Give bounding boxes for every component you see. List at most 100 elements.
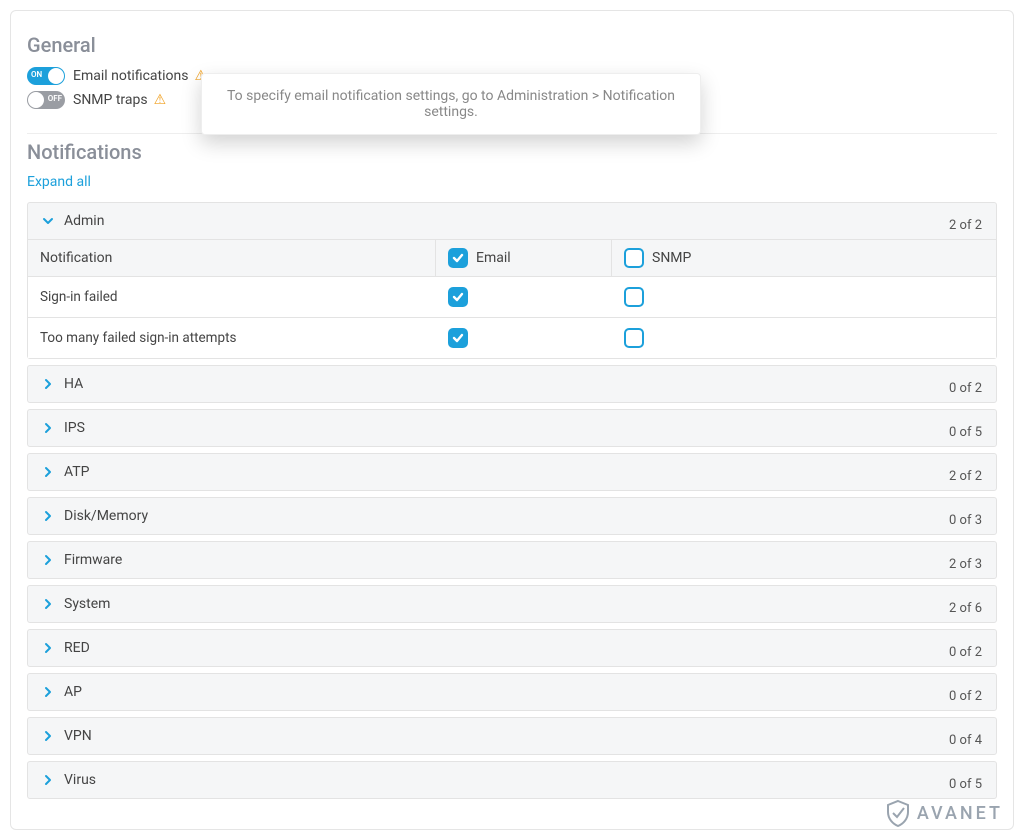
chevron-right-icon: [42, 686, 54, 698]
brand-logo: AVANET: [885, 799, 1003, 827]
email-checkbox[interactable]: [448, 328, 468, 348]
chevron-right-icon: [42, 642, 54, 654]
chevron-right-icon: [42, 510, 54, 522]
chevron-right-icon: [42, 730, 54, 742]
chevron-down-icon: [42, 215, 54, 227]
email-notifications-label: Email notifications: [73, 68, 188, 84]
notification-group: System2 of 6: [27, 585, 997, 623]
expand-all-link[interactable]: Expand all: [27, 174, 91, 190]
group-header[interactable]: Firmware 2 of 3: [28, 542, 996, 578]
check-icon: [451, 251, 465, 265]
group-count: 2 of 3: [949, 557, 982, 572]
chevron-right-icon: [42, 422, 54, 434]
column-label: SNMP: [652, 250, 691, 266]
general-title: General: [27, 33, 997, 57]
notification-group: Disk/Memory0 of 3: [27, 497, 997, 535]
snmp-checkbox[interactable]: [624, 328, 644, 348]
email-settings-tooltip: To specify email notification settings, …: [201, 73, 701, 135]
snmp-traps-toggle[interactable]: [27, 91, 65, 109]
group-count: 2 of 2: [949, 218, 982, 233]
column-notification: Notification: [28, 240, 436, 276]
email-header-checkbox[interactable]: [448, 248, 468, 268]
column-snmp: SNMP: [612, 240, 996, 276]
group-name: ATP: [64, 464, 89, 480]
group-header[interactable]: Disk/Memory0 of 3: [28, 498, 996, 534]
snmp-cell: [612, 277, 996, 317]
column-label: Notification: [40, 250, 112, 266]
chevron-right-icon: [42, 642, 54, 654]
group-header[interactable]: IPS 0 of 5: [28, 410, 996, 446]
notifications-title: Notifications: [27, 140, 997, 164]
check-icon: [451, 290, 465, 304]
email-cell: [436, 277, 612, 317]
group-name: IPS: [64, 420, 85, 436]
chevron-right-icon: [42, 730, 54, 742]
chevron-right-icon: [42, 422, 54, 434]
chevron-right-icon: [42, 598, 54, 610]
snmp-cell: [612, 318, 996, 358]
group-header[interactable]: Virus 0 of 5: [28, 762, 996, 798]
brand-text: AVANET: [917, 803, 1003, 824]
notification-group: VPN 0 of 4: [27, 717, 997, 755]
settings-card: General Email notifications ⚠ SNMP traps…: [10, 10, 1014, 830]
chevron-right-icon: [42, 378, 54, 390]
chevron-right-icon: [42, 554, 54, 566]
notification-group: AP 0 of 2: [27, 673, 997, 711]
group-count: 2 of 2: [949, 469, 982, 484]
group-header[interactable]: Admin 2 of 2: [28, 203, 996, 239]
notification-group: Virus 0 of 5: [27, 761, 997, 799]
group-name: VPN: [64, 728, 92, 744]
snmp-traps-label: SNMP traps: [73, 92, 148, 108]
chevron-right-icon: [42, 774, 54, 786]
notification-label: Too many failed sign-in attempts: [28, 318, 436, 358]
notification-group: Firmware 2 of 3: [27, 541, 997, 579]
email-notifications-toggle[interactable]: [27, 67, 65, 85]
group-count: 0 of 2: [949, 381, 982, 396]
email-checkbox[interactable]: [448, 287, 468, 307]
notification-group: Admin 2 of 2 Notification Email SNMP Sign-in …: [27, 202, 997, 359]
group-name: Admin: [64, 213, 104, 229]
group-name: System: [64, 596, 110, 612]
group-header[interactable]: ATP 2 of 2: [28, 454, 996, 490]
check-icon: [451, 331, 465, 345]
column-label: Email: [476, 250, 511, 266]
group-count: 0 of 3: [949, 513, 982, 528]
group-count: 0 of 4: [949, 733, 982, 748]
chevron-right-icon: [42, 466, 54, 478]
group-count: 0 of 5: [949, 777, 982, 792]
group-header[interactable]: VPN 0 of 4: [28, 718, 996, 754]
notification-group: RED 0 of 2: [27, 629, 997, 667]
group-header[interactable]: AP 0 of 2: [28, 674, 996, 710]
notification-group: HA 0 of 2: [27, 365, 997, 403]
group-name: AP: [64, 684, 82, 700]
group-name: HA: [64, 376, 83, 392]
column-email: Email: [436, 240, 612, 276]
chevron-right-icon: [42, 598, 54, 610]
chevron-right-icon: [42, 774, 54, 786]
table-row: Sign-in failed: [28, 276, 996, 317]
group-name: RED: [64, 640, 90, 656]
group-count: 0 of 2: [949, 689, 982, 704]
notification-group: IPS 0 of 5: [27, 409, 997, 447]
chevron-right-icon: [42, 510, 54, 522]
group-count: 0 of 5: [949, 425, 982, 440]
group-header[interactable]: RED 0 of 2: [28, 630, 996, 666]
notification-label: Sign-in failed: [28, 277, 436, 317]
group-name: Virus: [64, 772, 96, 788]
group-header[interactable]: System2 of 6: [28, 586, 996, 622]
columns-header: Notification Email SNMP: [28, 239, 996, 276]
chevron-right-icon: [42, 466, 54, 478]
chevron-right-icon: [42, 554, 54, 566]
groups-container: Admin 2 of 2 Notification Email SNMP Sign-in …: [27, 202, 997, 799]
group-header[interactable]: HA 0 of 2: [28, 366, 996, 402]
group-count: 0 of 2: [949, 645, 982, 660]
chevron-right-icon: [42, 686, 54, 698]
email-cell: [436, 318, 612, 358]
chevron-down-icon: [42, 215, 54, 227]
chevron-right-icon: [42, 378, 54, 390]
group-name: Firmware: [64, 552, 122, 568]
table-row: Too many failed sign-in attempts: [28, 317, 996, 358]
group-body: Notification Email SNMP Sign-in failedToo m…: [28, 239, 996, 358]
snmp-checkbox[interactable]: [624, 287, 644, 307]
snmp-header-checkbox[interactable]: [624, 248, 644, 268]
